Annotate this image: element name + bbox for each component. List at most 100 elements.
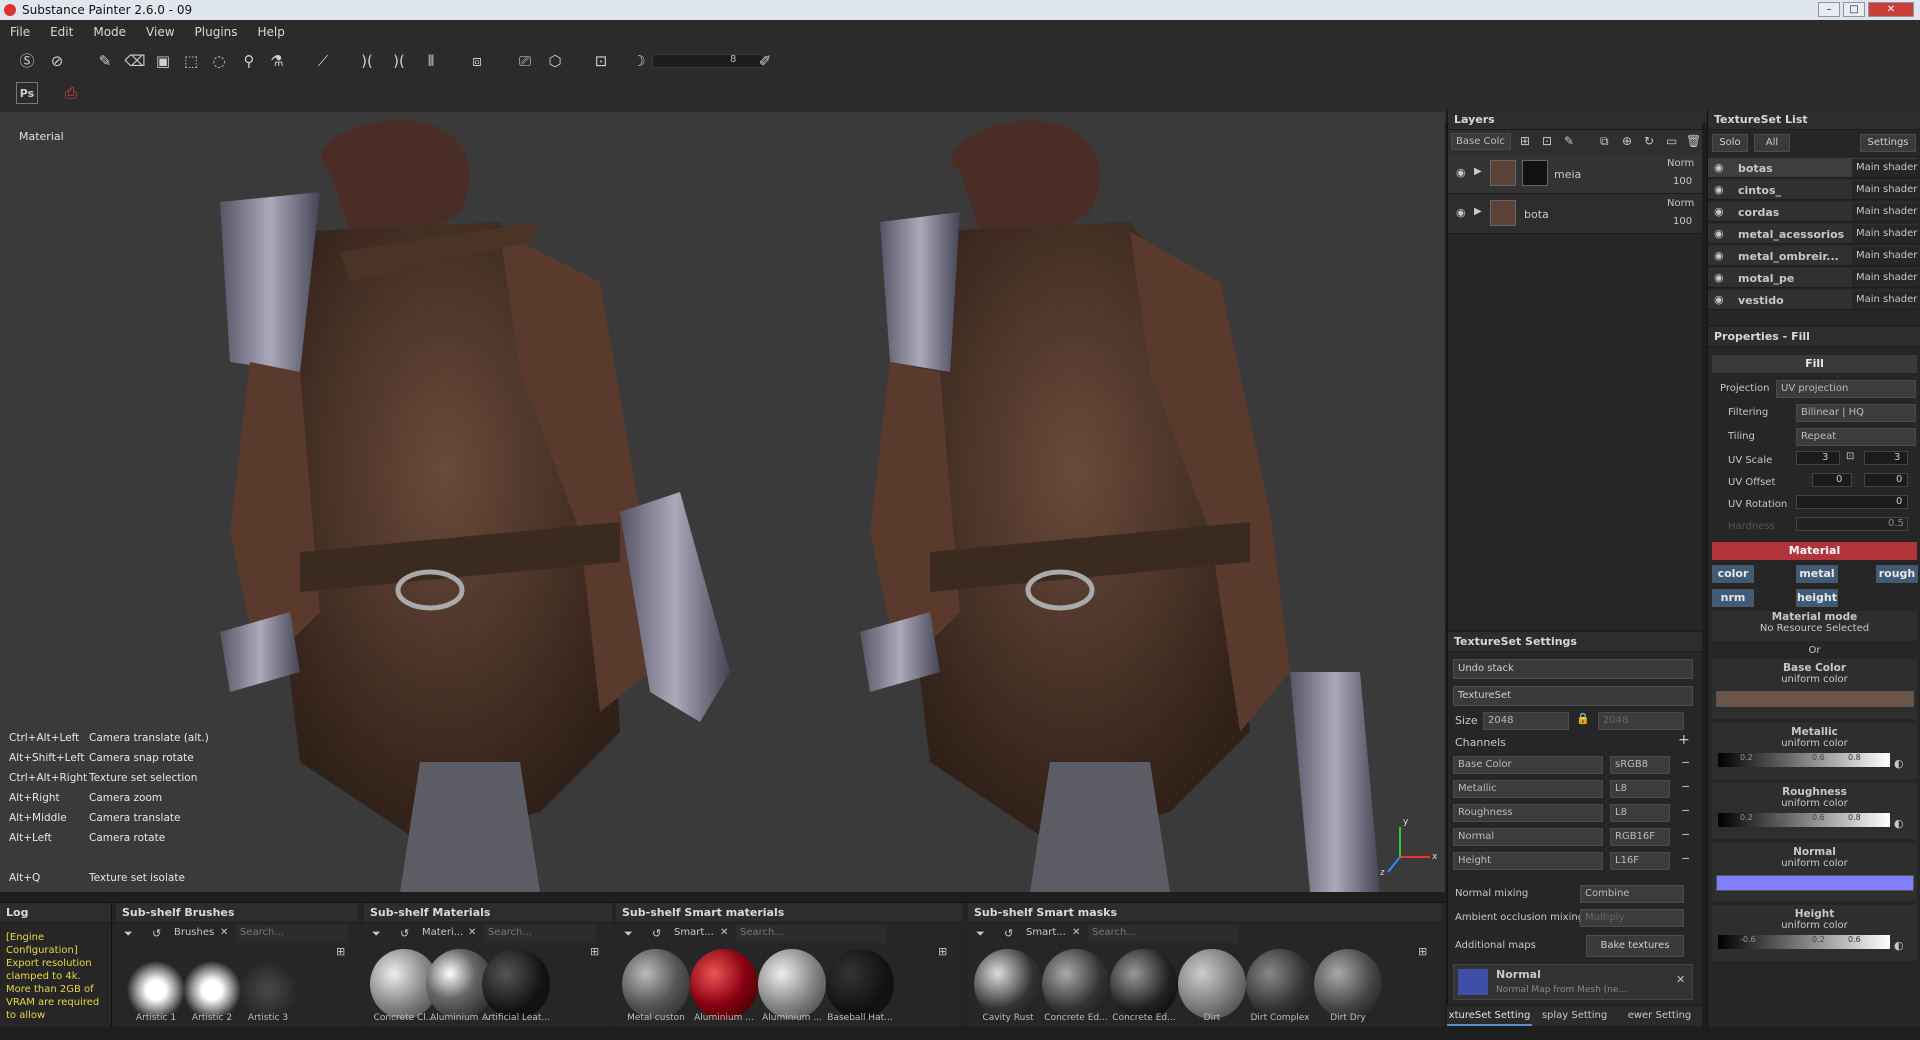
textureset-visibility-icon[interactable]: ◉ <box>1714 293 1724 306</box>
size-width-dropdown[interactable]: 2048 <box>1483 712 1569 730</box>
menu-plugins[interactable]: Plugins <box>185 25 248 39</box>
clone-stamp-icon[interactable]: ⚲ <box>238 50 260 72</box>
uv-rotation-slider[interactable] <box>1796 495 1908 509</box>
textureset-row[interactable]: ◉ cintos_ Main shader <box>1708 180 1918 200</box>
shelf-item[interactable] <box>974 949 1042 1019</box>
textureset-row[interactable]: ◉ cordas Main shader <box>1708 202 1918 222</box>
view-mode-icon[interactable]: ⧈ <box>466 50 488 72</box>
minimize-button[interactable]: – <box>1818 2 1840 17</box>
textureset-row[interactable]: ◉ metal_ombreir... Main shader <box>1708 246 1918 266</box>
size-lock-icon[interactable]: 🔒 <box>1576 712 1590 725</box>
bake-textures-button[interactable]: Bake textures <box>1586 935 1684 957</box>
channel-format-dropdown[interactable]: L16F <box>1610 852 1670 870</box>
solo-button[interactable]: Solo <box>1712 134 1748 152</box>
filter-icon[interactable]: ⏷ <box>372 927 381 941</box>
textureset-row[interactable]: ◉ botas Main shader <box>1708 158 1918 178</box>
shelf-search-input[interactable]: Search... <box>484 925 596 943</box>
shelf-filter-tag[interactable]: Materi... <box>422 927 463 938</box>
all-button[interactable]: All <box>1754 134 1790 152</box>
remove-map-icon[interactable]: ✕ <box>1676 973 1685 986</box>
shelf-item[interactable] <box>1110 949 1178 1019</box>
metal-channel-toggle[interactable]: metal <box>1796 565 1838 583</box>
textureset-visibility-icon[interactable]: ◉ <box>1714 249 1724 262</box>
3d-viewport[interactable]: x y z Material Ctrl+Alt+Left Camera trans… <box>0 112 1445 892</box>
view-grid-icon[interactable]: ⊞ <box>1418 945 1427 958</box>
shelf-item[interactable] <box>482 949 550 1019</box>
view-grid-icon[interactable]: ⊞ <box>336 945 345 958</box>
export-icon[interactable]: ⎙ <box>60 82 82 104</box>
color-channel-toggle[interactable]: color <box>1712 565 1754 583</box>
height-channel-toggle[interactable]: height <box>1796 589 1838 607</box>
menu-edit[interactable]: Edit <box>40 25 83 39</box>
normal-color-swatch[interactable] <box>1715 875 1914 891</box>
metallic-slider[interactable]: 0.2 0.4 0.6 0.8 <box>1718 753 1890 767</box>
shelf-item[interactable] <box>826 949 894 1019</box>
shelf-filter-tag[interactable]: Brushes <box>174 927 214 938</box>
layer-row[interactable]: ◉ ▶ meia Norm 100 <box>1448 154 1702 194</box>
textureset-shader-dropdown[interactable]: Main shader <box>1852 159 1918 177</box>
filter-close-icon[interactable]: ✕ <box>720 927 728 938</box>
textureset-shader-dropdown[interactable]: Main shader <box>1852 291 1918 309</box>
settings-button[interactable]: Settings <box>1860 134 1916 152</box>
layer-channel-dropdown[interactable]: Base Colc <box>1451 133 1511 150</box>
layer-opacity[interactable]: 100 <box>1673 176 1692 187</box>
screenshot-icon[interactable]: ⊡ <box>590 50 612 72</box>
shelf-item[interactable] <box>758 949 826 1019</box>
symmetry-mirror-icon[interactable]: ⫴ <box>420 50 442 72</box>
folder-toggle-icon[interactable]: ▶ <box>1474 206 1482 217</box>
shelf-search-input[interactable]: Search... <box>236 925 348 943</box>
shelf-item[interactable] <box>234 955 302 1025</box>
textureset-shader-dropdown[interactable]: Main shader <box>1852 247 1918 265</box>
textureset-shader-dropdown[interactable]: Main shader <box>1852 181 1918 199</box>
textureset-visibility-icon[interactable]: ◉ <box>1714 205 1724 218</box>
view-grid-icon[interactable]: ⊞ <box>938 945 947 958</box>
tiling-dropdown[interactable]: Repeat <box>1796 428 1916 446</box>
textureset-visibility-icon[interactable]: ◉ <box>1714 183 1724 196</box>
visibility-eye-icon[interactable]: ◉ <box>1456 206 1466 219</box>
tab-display-settings[interactable]: splay Setting <box>1532 1006 1617 1026</box>
filter-icon[interactable]: ⏷ <box>976 927 985 941</box>
textureset-visibility-icon[interactable]: ◉ <box>1714 227 1724 240</box>
roughness-slider[interactable]: 0.2 0.4 0.6 0.8 <box>1718 813 1890 827</box>
layer-opacity[interactable]: 100 <box>1673 216 1692 227</box>
uv-scale-y-slider[interactable] <box>1864 451 1908 465</box>
menu-file[interactable]: File <box>0 25 40 39</box>
textureset-shader-dropdown[interactable]: Main shader <box>1852 269 1918 287</box>
cube-icon[interactable]: ⬡ <box>544 50 566 72</box>
layer-blend-mode[interactable]: Norm <box>1667 158 1694 169</box>
undo-stack-button[interactable]: Undo stack <box>1453 659 1693 679</box>
filter-icon[interactable]: ⏷ <box>624 927 633 941</box>
shelf-item[interactable] <box>1178 949 1246 1019</box>
symmetry-y-icon[interactable]: )( <box>388 50 410 72</box>
base-color-swatch[interactable] <box>1715 691 1914 707</box>
height-slider[interactable]: -0.6 -0.2 0.2 0.6 <box>1718 935 1890 949</box>
visibility-eye-icon[interactable]: ◉ <box>1456 166 1466 179</box>
menu-view[interactable]: View <box>136 25 184 39</box>
textureset-shader-dropdown[interactable]: Main shader <box>1852 203 1918 221</box>
tab-viewer-settings[interactable]: ewer Setting <box>1617 1006 1702 1026</box>
menu-help[interactable]: Help <box>248 25 295 39</box>
textureset-row[interactable]: ◉ metal_acessorios Main shader <box>1708 224 1918 244</box>
add-layer-icon[interactable]: ⊕ <box>1622 134 1632 148</box>
channel-format-dropdown[interactable]: L8 <box>1610 804 1670 822</box>
tab-textureset-settings[interactable]: xtureSet Setting <box>1447 1006 1532 1026</box>
shelf-filter-tag[interactable]: Smart... <box>1026 927 1066 938</box>
textureset-row[interactable]: ◉ motal_pe Main shader <box>1708 268 1918 288</box>
view-grid-icon[interactable]: ⊞ <box>590 945 599 958</box>
add-fill-layer-icon[interactable]: ⧉ <box>1600 134 1609 149</box>
remove-channel-icon[interactable]: − <box>1681 804 1690 817</box>
additional-map-item[interactable]: Normal Normal Map from Mesh (ne... ✕ <box>1453 964 1693 1000</box>
textureset-row[interactable]: ◉ vestido Main shader <box>1708 290 1918 310</box>
filter-icon[interactable]: ⏷ <box>124 927 133 941</box>
remove-channel-icon[interactable]: − <box>1681 756 1690 769</box>
filter-close-icon[interactable]: ✕ <box>220 927 228 938</box>
add-effect-icon[interactable]: ⊡ <box>1542 134 1552 148</box>
symmetry-x-icon[interactable]: )( <box>356 50 378 72</box>
shelf-search-input[interactable]: Search... <box>736 925 886 943</box>
shelf-item[interactable] <box>622 949 690 1019</box>
paint-layer-icon[interactable]: ✎ <box>1564 134 1574 148</box>
remove-channel-icon[interactable]: − <box>1681 852 1690 865</box>
shelf-item[interactable] <box>690 949 758 1019</box>
normal-mixing-dropdown[interactable]: Combine <box>1580 885 1684 903</box>
reset-filter-icon[interactable]: ↺ <box>652 927 661 940</box>
